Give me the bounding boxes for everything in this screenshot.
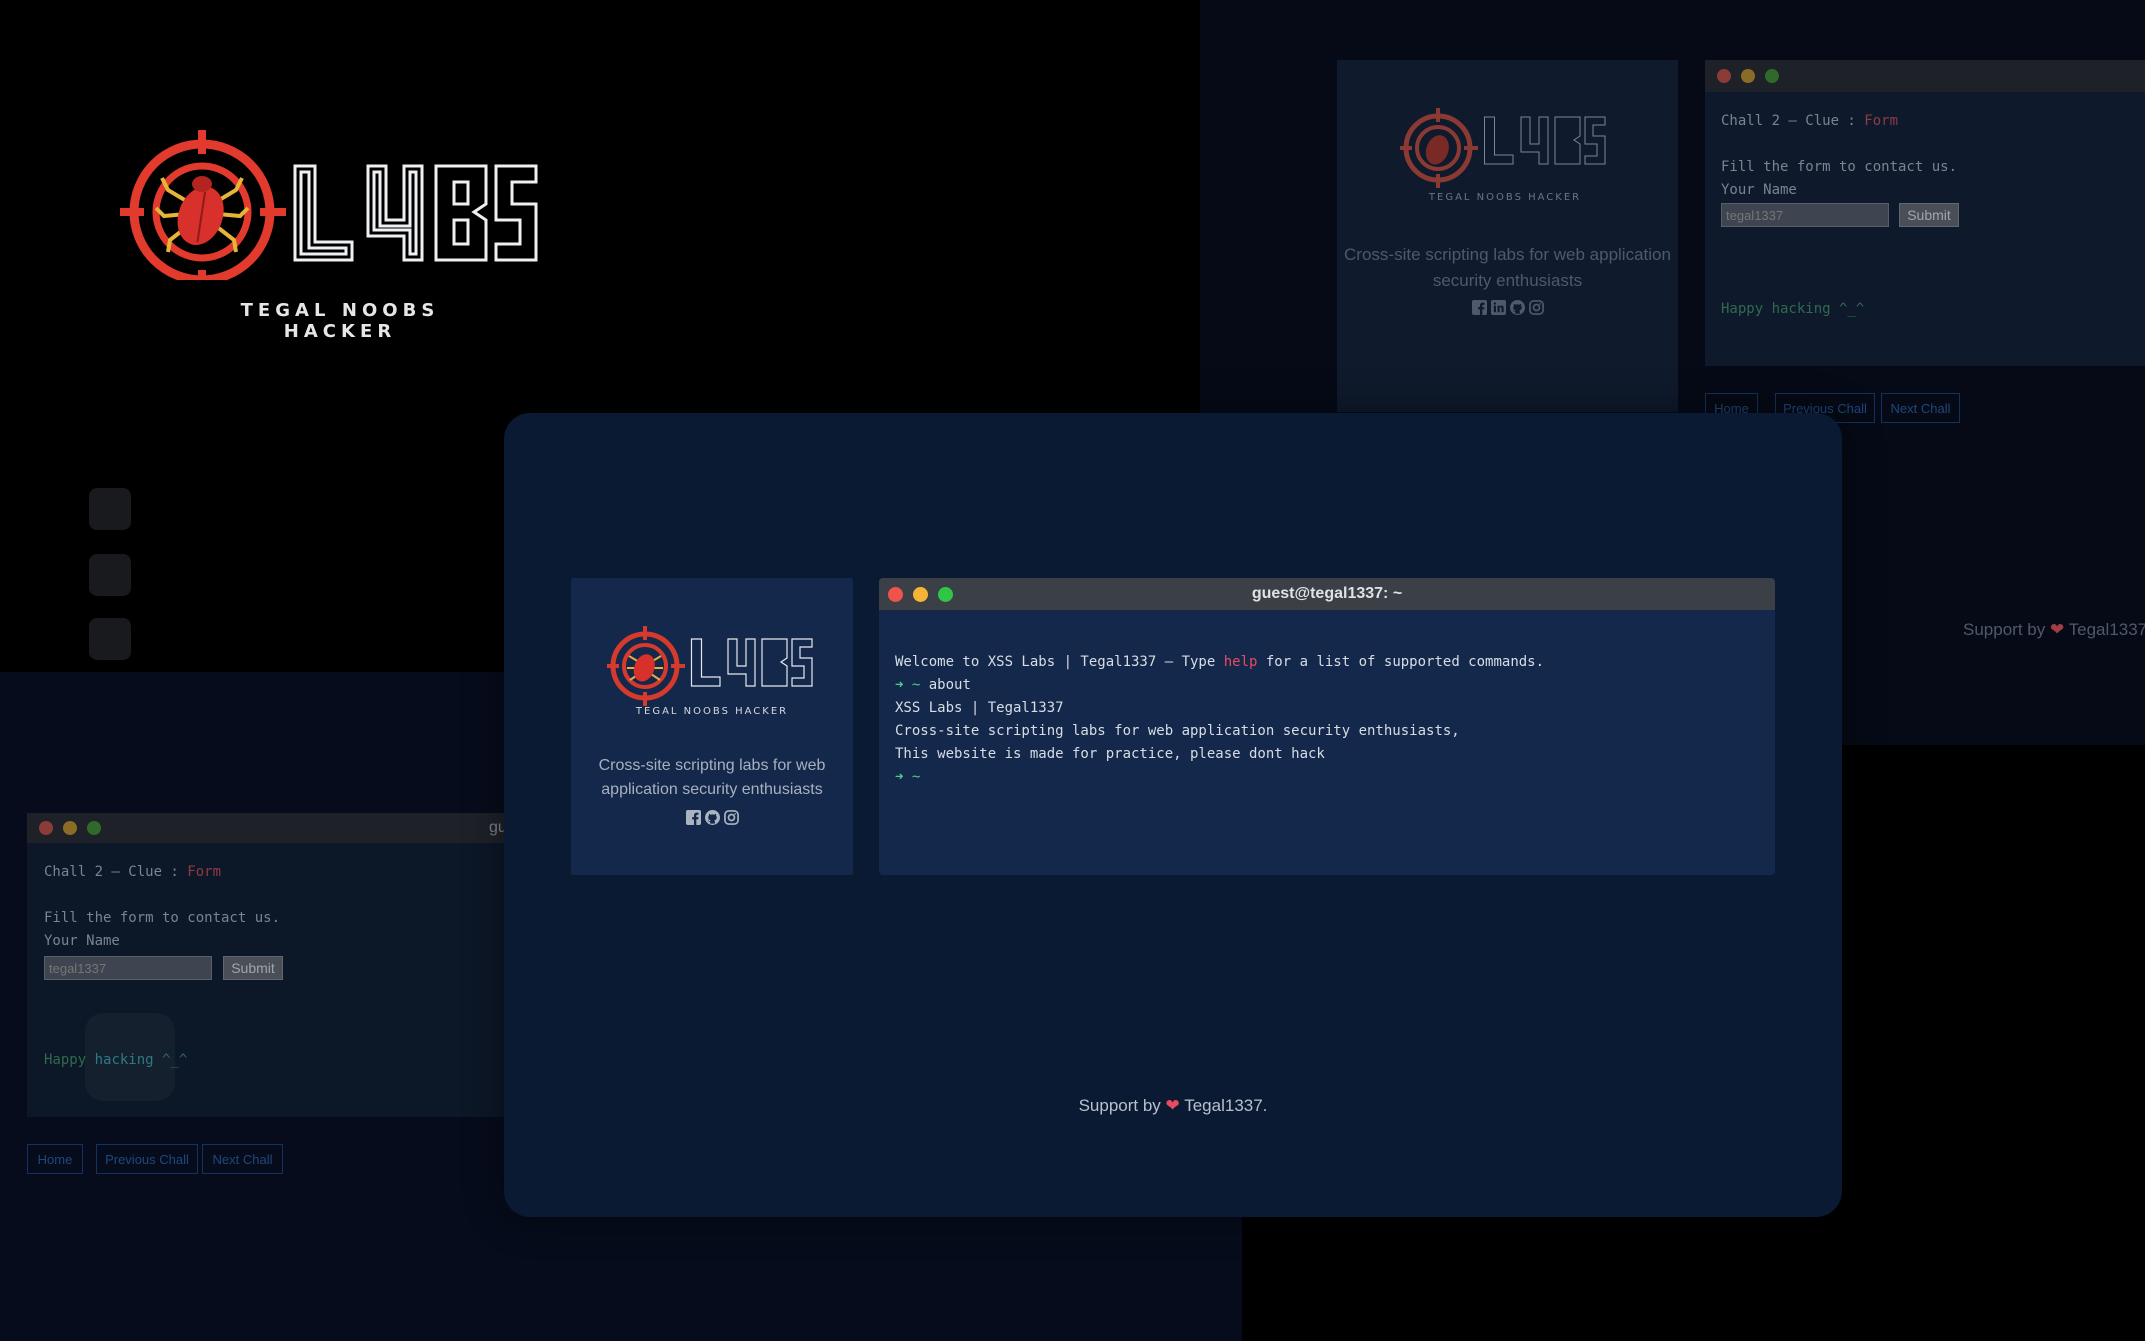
- terminal-titlebar: guest@tegal1337: ~: [879, 578, 1775, 610]
- preview-name-label-bottom: Your Name: [44, 933, 120, 949]
- preview-window-titlebar: [1705, 60, 2145, 92]
- preview-next-chall-button-bottom[interactable]: Next Chall: [202, 1144, 283, 1174]
- preview-clue-line: Chall 2 – Clue : Form: [1721, 113, 1898, 129]
- clue-value: Form: [1864, 113, 1899, 129]
- terminal-body: Welcome to XSS Labs | Tegal1337 – Type h…: [895, 628, 1544, 789]
- happy-word: Happy: [44, 1052, 87, 1068]
- preview-next-chall-button[interactable]: Next Chall: [1881, 393, 1960, 423]
- support-by-text: Support by: [1078, 1096, 1161, 1115]
- facebook-icon[interactable]: [685, 809, 701, 825]
- preview-footer: Support by ❤ Tegal1337: [1963, 620, 2145, 640]
- output-line-3: This website is made for practice, pleas…: [895, 746, 1325, 762]
- close-dot-icon[interactable]: [39, 821, 53, 835]
- preview-home-button-bottom[interactable]: Home: [27, 1144, 83, 1174]
- info-card-social-icons: [662, 808, 762, 826]
- welcome-line: Welcome to XSS Labs | Tegal1337 – Type h…: [895, 651, 1544, 674]
- hero-logo-tagline: TEGAL NOOBS HACKER: [240, 300, 440, 342]
- preview-chall-window-bottom: gu Chall 2 – Clue : Form Fill the form t…: [27, 813, 507, 1117]
- preview-submit-button-bottom[interactable]: Submit: [223, 956, 283, 980]
- preview-name-input-bottom[interactable]: [44, 956, 212, 980]
- info-card-logo-tagline: TEGAL NOOBS HACKER: [635, 706, 789, 717]
- main-footer: Support by ❤ Tegal1337.: [1000, 1096, 1346, 1116]
- preview-name-label: Your Name: [1721, 182, 1797, 198]
- preview-chall-window-top: Chall 2 – Clue : Form Fill the form to c…: [1705, 60, 2145, 366]
- facebook-icon[interactable]: [1471, 299, 1487, 315]
- preview-happy-hacking: Happy hacking ^_^: [1721, 301, 1865, 317]
- author-link[interactable]: Tegal1337.: [1184, 1096, 1267, 1115]
- info-card: TEGAL NOOBS HACKER Cross-site scripting …: [571, 578, 853, 875]
- preview-instruction-bottom: Fill the form to contact us.: [44, 910, 281, 926]
- sidebar-slot-3[interactable]: [89, 618, 131, 660]
- prompt: ➜ ~: [895, 677, 921, 693]
- clue-prefix: Chall 2 – Clue :: [1721, 113, 1865, 129]
- preview-name-input[interactable]: [1721, 203, 1889, 227]
- preview-submit-button[interactable]: Submit: [1899, 203, 1959, 227]
- sidebar-slot-2[interactable]: [89, 554, 131, 596]
- terminal-title: guest@tegal1337: ~: [1251, 585, 1403, 602]
- preview-clue-line-bottom: Chall 2 – Clue : Form: [44, 864, 221, 880]
- hacking-word: hacking: [94, 1052, 154, 1068]
- command-line: ➜ ~ about: [895, 674, 1544, 697]
- preview-instruction: Fill the form to contact us.: [1721, 159, 1958, 175]
- clue-prefix: Chall 2 – Clue :: [44, 864, 188, 880]
- heart-icon: ❤: [2049, 620, 2065, 639]
- output-line-2: Cross-site scripting labs for web applic…: [895, 723, 1460, 739]
- instagram-icon[interactable]: [1528, 299, 1544, 315]
- hero-logo-wordmark: [293, 164, 538, 262]
- instagram-icon[interactable]: [723, 809, 739, 825]
- maximize-dot-icon[interactable]: [87, 821, 101, 835]
- github-icon[interactable]: [704, 809, 720, 825]
- info-card-description: Cross-site scripting labs for web applic…: [598, 757, 826, 798]
- preview-social-icons: [1440, 298, 1575, 316]
- preview-logo-tagline: TEGAL NOOBS HACKER: [1428, 192, 1582, 203]
- preview-logo-graphic: [1400, 108, 1606, 188]
- command-text: about: [928, 677, 971, 693]
- maximize-dot-icon[interactable]: [1765, 69, 1779, 83]
- preview-author: Tegal1337: [2068, 620, 2145, 639]
- main-terminal-window[interactable]: guest@tegal1337: ~ Welcome to XSS Labs |…: [879, 578, 1775, 875]
- linkedin-icon[interactable]: [1490, 299, 1506, 315]
- close-dot-icon[interactable]: [1717, 69, 1731, 83]
- help-keyword: help: [1223, 654, 1258, 670]
- welcome-suffix: for a list of supported commands.: [1257, 654, 1545, 670]
- github-icon[interactable]: [1509, 299, 1525, 315]
- welcome-prefix: Welcome to XSS Labs | Tegal1337 – Type: [895, 654, 1224, 670]
- smiley: ^_^: [162, 1052, 188, 1068]
- preview-description: Cross-site scripting labs for web applic…: [1344, 245, 1671, 290]
- hero-logo: TEGAL NOOBS HACKER: [118, 128, 540, 342]
- heart-icon: ❤: [1165, 1096, 1180, 1115]
- preview-previous-chall-button-bottom[interactable]: Previous Chall: [96, 1144, 198, 1174]
- preview-window-titlebar-bottom: gu: [27, 813, 507, 843]
- preview-happy-hacking-bottom: Happy hacking ^_^: [44, 1052, 187, 1068]
- sidebar-slot-1[interactable]: [89, 488, 131, 530]
- minimize-dot-icon[interactable]: [1741, 69, 1755, 83]
- preview-support-by: Support by: [1963, 620, 2046, 639]
- prompt: ➜ ~: [895, 769, 921, 785]
- clue-value: Form: [187, 864, 222, 880]
- active-prompt-line[interactable]: ➜ ~: [895, 766, 1544, 789]
- minimize-dot-icon[interactable]: [63, 821, 77, 835]
- output-line-1: XSS Labs | Tegal1337: [895, 700, 1064, 716]
